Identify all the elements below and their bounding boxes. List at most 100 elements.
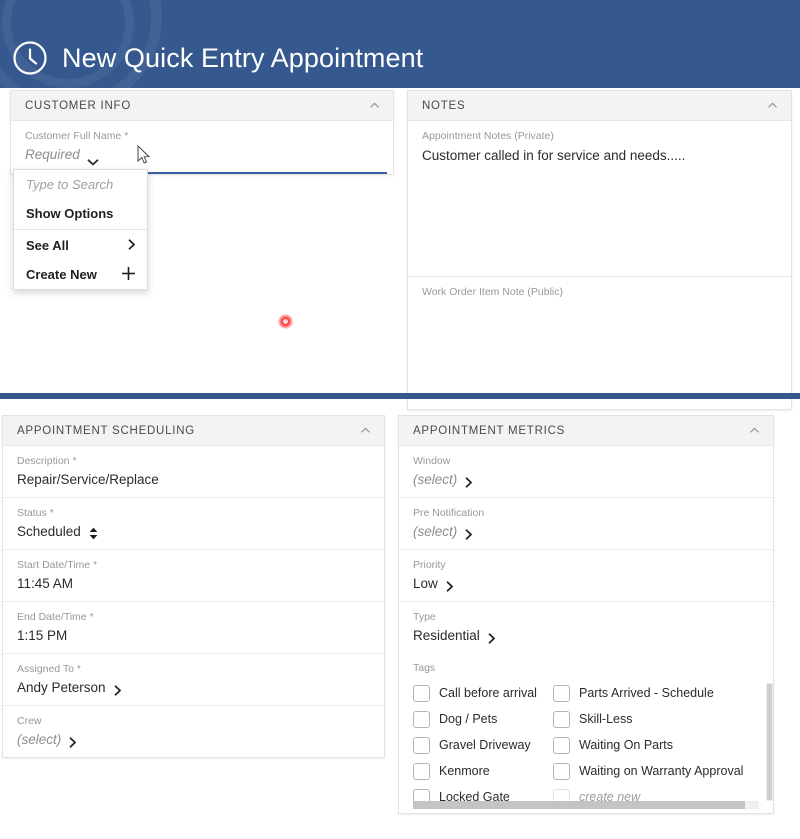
mouse-pointer-cursor (137, 144, 151, 165)
scheduling-field-5[interactable]: Crew (select) (3, 706, 384, 757)
tags-checkbox-grid: Call before arrival Parts Arrived - Sched… (413, 680, 769, 810)
tag-checkbox[interactable] (553, 736, 570, 754)
dropdown-item-create-new[interactable]: Create New (14, 260, 147, 289)
metrics-field-value-row[interactable]: (select) (413, 521, 759, 542)
metrics-field-value-row[interactable]: (select) (413, 469, 759, 490)
dropdown-separator (14, 229, 147, 230)
chevron-up-icon[interactable] (748, 424, 761, 437)
notes-header[interactable]: NOTES (408, 91, 791, 121)
scheduling-field-value: Scheduled (17, 524, 81, 539)
chevron-right-icon[interactable] (445, 578, 455, 592)
metrics-field-1[interactable]: Pre Notification (select) (399, 498, 773, 550)
up-down-arrows-icon[interactable] (88, 525, 99, 540)
page-title: New Quick Entry Appointment (62, 42, 424, 73)
scheduling-field-2[interactable]: Start Date/Time * 11:45 AM (3, 550, 384, 602)
chevron-up-icon[interactable] (766, 99, 779, 112)
metrics-field-label: Type (413, 611, 436, 623)
dropdown-item-show-options[interactable]: Show Options (14, 199, 147, 228)
customer-full-name-field[interactable]: Customer Full Name * Required (11, 121, 393, 174)
metrics-field-label: Priority (413, 559, 446, 571)
tags-vertical-scrollbar[interactable] (766, 683, 773, 801)
scheduling-field-0[interactable]: Description * Repair/Service/Replace (3, 446, 384, 498)
tag-checkbox[interactable] (553, 762, 570, 780)
scheduling-field-value: (select) (17, 732, 62, 747)
dropdown-search-placeholder: Type to Search (26, 177, 114, 192)
appointment-metrics-fields: Window (select) Pre Notification (select) Pr… (399, 446, 773, 653)
tag-item[interactable]: Skill-Less (553, 706, 769, 732)
tags-scroll-area[interactable]: Call before arrival Parts Arrived - Sched… (413, 680, 773, 813)
chevron-up-icon[interactable] (359, 424, 372, 437)
scheduling-field-value-row[interactable]: 1:15 PM (17, 625, 370, 646)
scheduling-field-value-row[interactable]: (select) (17, 729, 370, 750)
tag-label: Call before arrival (439, 686, 537, 700)
scheduling-field-label: Status * (17, 507, 54, 519)
appointment-scheduling-header[interactable]: APPOINTMENT SCHEDULING (3, 416, 384, 446)
customer-dropdown-menu[interactable]: Type to Search Show Options See All Crea… (13, 169, 148, 290)
metrics-field-value-row[interactable]: Residential (413, 625, 759, 646)
notes-title: NOTES (422, 99, 466, 112)
chevron-right-icon[interactable] (464, 526, 474, 540)
scheduling-field-value-row[interactable]: Repair/Service/Replace (17, 469, 370, 490)
work-order-item-note-public-field[interactable]: Work Order Item Note (Public) (408, 277, 791, 409)
section-divider-bar (0, 393, 800, 399)
metrics-field-label: Window (413, 455, 451, 467)
chevron-up-icon[interactable] (368, 99, 381, 112)
tag-item[interactable]: Gravel Driveway (413, 732, 553, 758)
scheduling-field-value-row[interactable]: 11:45 AM (17, 573, 370, 594)
scheduling-field-value: 11:45 AM (17, 576, 74, 591)
tag-item[interactable]: Kenmore (413, 758, 553, 784)
tag-checkbox[interactable] (413, 736, 430, 754)
tag-item[interactable]: Call before arrival (413, 680, 553, 706)
tag-checkbox[interactable] (413, 684, 430, 702)
scheduling-field-label: Crew (17, 715, 42, 727)
app-screen: New Quick Entry Appointment CUSTOMER INF… (0, 0, 800, 839)
dropdown-item-label: Create New (26, 267, 97, 282)
appointment-metrics-header[interactable]: APPOINTMENT METRICS (399, 416, 773, 446)
appointment-notes-private-field[interactable]: Appointment Notes (Private) Customer cal… (408, 121, 791, 277)
dropdown-item-see-all[interactable]: See All (14, 231, 147, 260)
tag-item[interactable]: Waiting on Warranty Approval (553, 758, 769, 784)
tag-label: Gravel Driveway (439, 738, 531, 752)
scheduling-field-label: Description * (17, 455, 77, 467)
chevron-down-icon[interactable] (87, 151, 99, 166)
scheduling-field-4[interactable]: Assigned To * Andy Peterson (3, 654, 384, 706)
tag-item[interactable]: Waiting On Parts (553, 732, 769, 758)
plus-icon (121, 266, 136, 284)
chevron-right-icon[interactable] (487, 630, 497, 644)
metrics-field-3[interactable]: Type Residential (399, 602, 773, 653)
metrics-field-2[interactable]: Priority Low (399, 550, 773, 602)
dropdown-search-input[interactable]: Type to Search (14, 170, 147, 199)
appointment-scheduling-title: APPOINTMENT SCHEDULING (17, 424, 195, 437)
scheduling-field-1[interactable]: Status * Scheduled (3, 498, 384, 550)
tags-horizontal-scrollbar[interactable] (413, 801, 759, 809)
scheduling-field-value-row[interactable]: Andy Peterson (17, 677, 370, 698)
dropdown-item-label: See All (26, 238, 69, 253)
tag-label: Dog / Pets (439, 712, 498, 726)
scheduling-field-3[interactable]: End Date/Time * 1:15 PM (3, 602, 384, 654)
tag-checkbox[interactable] (553, 710, 570, 728)
tag-checkbox[interactable] (553, 684, 570, 702)
appointment-metrics-title: APPOINTMENT METRICS (413, 424, 566, 437)
customer-info-header[interactable]: CUSTOMER INFO (11, 91, 393, 121)
metrics-field-0[interactable]: Window (select) (399, 446, 773, 498)
tag-item[interactable]: Dog / Pets (413, 706, 553, 732)
customer-info-panel: CUSTOMER INFO Customer Full Name * Requi… (10, 90, 394, 175)
dropdown-item-label: Show Options (26, 206, 114, 221)
chevron-right-icon[interactable] (68, 734, 78, 748)
scheduling-field-label: End Date/Time * (17, 611, 94, 623)
tag-item[interactable]: Parts Arrived - Schedule (553, 680, 769, 706)
customer-full-name-value-row[interactable]: Required (25, 144, 379, 166)
tags-label: Tags (413, 662, 436, 674)
tag-checkbox[interactable] (413, 762, 430, 780)
click-marker-indicator (278, 314, 293, 329)
tag-label: Waiting on Warranty Approval (579, 764, 744, 778)
tag-label: Parts Arrived - Schedule (579, 686, 714, 700)
chevron-right-icon[interactable] (464, 474, 474, 488)
clock-icon (12, 40, 48, 76)
tag-checkbox[interactable] (413, 710, 430, 728)
metrics-field-value-row[interactable]: Low (413, 573, 759, 594)
customer-info-title: CUSTOMER INFO (25, 99, 132, 112)
chevron-right-icon[interactable] (113, 682, 123, 696)
work-order-item-note-label: Work Order Item Note (Public) (422, 286, 564, 298)
scheduling-field-value-row[interactable]: Scheduled (17, 521, 370, 542)
